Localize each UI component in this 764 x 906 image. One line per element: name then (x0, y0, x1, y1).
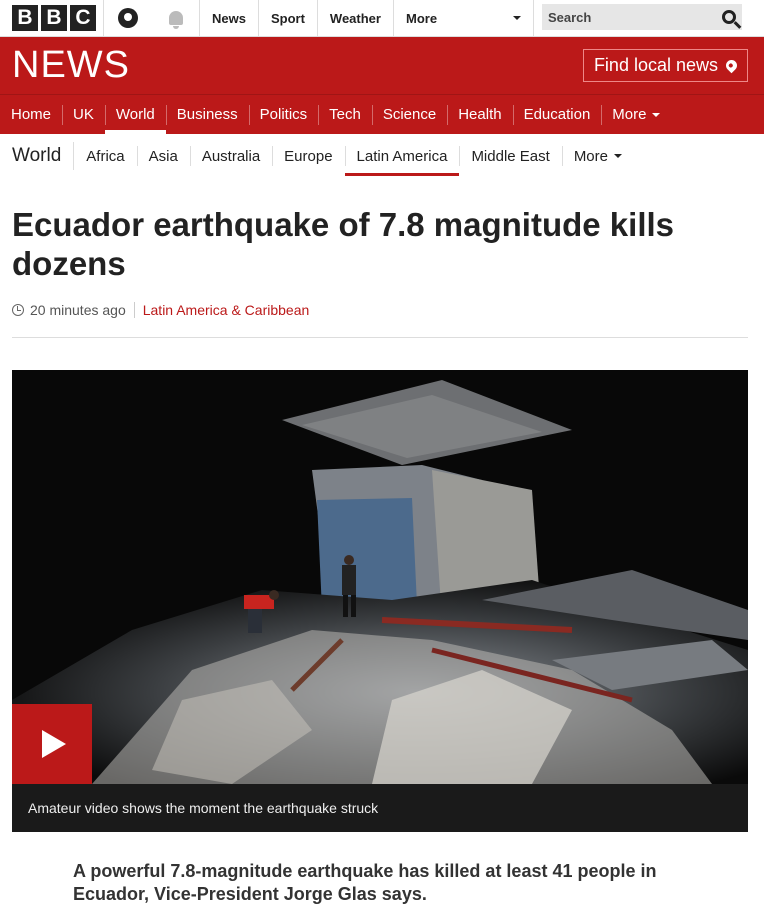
find-local-news-label: Find local news (593, 55, 718, 75)
divider (12, 337, 748, 338)
bbc-global-bar: B B C News Sport Weather More Search (0, 0, 764, 37)
video-caption: Amateur video shows the moment the earth… (12, 784, 748, 832)
play-button[interactable] (12, 704, 92, 784)
find-local-news-button[interactable]: Find local news (582, 49, 748, 82)
nav-politics[interactable]: Politics (248, 95, 319, 134)
bbc-logo-letter-b1: B (12, 5, 38, 31)
world-sub-nav: World Africa Asia Australia Europe Latin… (0, 134, 764, 178)
nav-tech[interactable]: Tech (318, 95, 372, 134)
search-input[interactable]: Search (541, 4, 742, 30)
nav-health[interactable]: Health (447, 95, 512, 134)
nav-uk[interactable]: UK (62, 95, 105, 134)
meta-divider (133, 302, 135, 318)
subnav-asia[interactable]: Asia (136, 134, 190, 178)
chevron-down-icon (512, 16, 521, 20)
global-nav-news[interactable]: News (200, 0, 259, 36)
chevron-down-icon (614, 154, 622, 158)
earthquake-rubble-image (12, 370, 748, 784)
subnav-australia[interactable]: Australia (189, 134, 272, 178)
global-nav: News Sport Weather More (200, 0, 534, 36)
nav-business[interactable]: Business (165, 95, 249, 134)
subnav-more[interactable]: More (561, 134, 634, 178)
global-nav-sport[interactable]: Sport (259, 0, 318, 36)
bbc-logo-letter-b2: B (41, 5, 67, 31)
search-placeholder: Search (547, 9, 592, 25)
clock-icon (12, 304, 24, 316)
notifications-icon[interactable] (152, 0, 200, 36)
subnav-more-label: More (573, 147, 608, 165)
video-player[interactable]: Amateur video shows the moment the earth… (12, 370, 748, 832)
nav-home[interactable]: Home (0, 95, 62, 134)
chevron-down-icon (652, 112, 661, 117)
article-timestamp: 20 minutes ago (30, 302, 126, 318)
subnav-africa[interactable]: Africa (74, 134, 136, 178)
subnav-middle-east[interactable]: Middle East (459, 134, 561, 178)
news-main-nav: Home UK World Business Politics Tech Sci… (0, 94, 764, 134)
article-headline: Ecuador earthquake of 7.8 magnitude kill… (12, 206, 675, 282)
section-title[interactable]: World (12, 142, 75, 170)
nav-education[interactable]: Education (512, 95, 602, 134)
bbc-logo[interactable]: B B C (0, 0, 104, 36)
subnav-latin-america[interactable]: Latin America (344, 134, 460, 178)
global-nav-weather[interactable]: Weather (318, 0, 394, 36)
nav-more-label: More (612, 106, 647, 123)
search-icon[interactable] (721, 10, 736, 24)
nav-science[interactable]: Science (371, 95, 447, 134)
news-wordmark[interactable]: NEWS (12, 44, 130, 87)
nav-more[interactable]: More (601, 95, 671, 134)
nav-world[interactable]: World (104, 95, 166, 134)
location-pin-icon (723, 57, 740, 74)
article-meta: 20 minutes ago Latin America & Caribbean (12, 302, 309, 318)
news-header: NEWS Find local news (0, 37, 764, 94)
global-nav-more[interactable]: More (394, 0, 534, 36)
article-category-link[interactable]: Latin America & Caribbean (143, 302, 310, 318)
bbc-logo-letter-c: C (70, 5, 96, 31)
subnav-europe[interactable]: Europe (272, 134, 344, 178)
global-nav-more-label: More (405, 10, 438, 26)
account-icon[interactable] (104, 0, 152, 36)
article-intro: A powerful 7.8-magnitude earthquake has … (73, 861, 657, 904)
play-icon (42, 730, 66, 758)
